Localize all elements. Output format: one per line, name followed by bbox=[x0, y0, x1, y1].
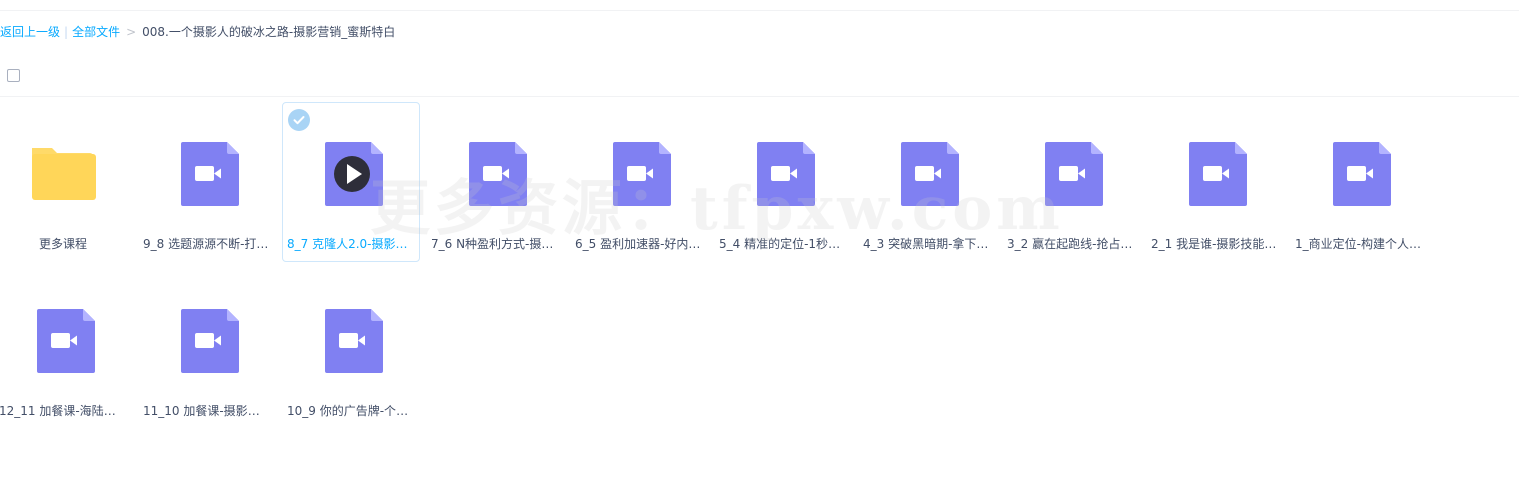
video-file-icon bbox=[1147, 140, 1283, 206]
video-file-icon bbox=[715, 140, 851, 206]
breadcrumb-arrow-icon: > bbox=[126, 25, 137, 39]
file-name-label: 8_7 克隆人2.0-摄影人的营销助手.mp4 bbox=[287, 237, 415, 251]
video-file-item[interactable]: 6_5 盈利加速器-好内容带来收益.mp4 bbox=[570, 102, 708, 262]
video-file-item[interactable]: 8_7 克隆人2.0-摄影人的营销助手.mp4 bbox=[282, 102, 420, 262]
video-file-icon bbox=[0, 307, 131, 373]
video-file-icon bbox=[283, 140, 419, 206]
file-name-label: 6_5 盈利加速器-好内容带来收益.mp4 bbox=[575, 237, 703, 251]
file-name-label: 10_9 你的广告牌-个人主页.mp4 bbox=[287, 404, 415, 418]
video-file-item[interactable]: 10_9 你的广告牌-个人主页.mp4 bbox=[282, 269, 420, 429]
video-file-icon bbox=[427, 140, 563, 206]
file-name-label: 3_2 赢在起跑线-抢占先机.mp4 bbox=[1007, 237, 1135, 251]
file-name-label: 9_8 选题源源不断-打造爆款帖子.mp4 bbox=[143, 237, 271, 251]
selected-check-icon[interactable] bbox=[288, 109, 310, 131]
folder-item[interactable]: 更多课程 bbox=[0, 102, 132, 262]
video-file-item[interactable]: 5_4 精准的定位-1秒抓住用户.mp4 bbox=[714, 102, 852, 262]
video-file-icon bbox=[1291, 140, 1427, 206]
video-file-item[interactable]: 2_1 我是谁-摄影技能变现.mp4 bbox=[1146, 102, 1284, 262]
video-file-item[interactable]: 1_商业定位-构建个人品牌.mp4 bbox=[1290, 102, 1428, 262]
file-name-label: 1_商业定位-构建个人品牌.mp4 bbox=[1295, 237, 1423, 251]
current-folder-label: 008.一个摄影人的破冰之路-摄影营销_蜜斯特白 bbox=[142, 25, 396, 39]
file-browser: 返回上一级 | 全部文件 >008.一个摄影人的破冰之路-摄影营销_蜜斯特白 更多课程… bbox=[0, 0, 1519, 487]
all-files-link[interactable]: 全部文件 bbox=[72, 25, 120, 39]
file-name-label: 7_6 N种盈利方式-摄影变现.mp4 bbox=[431, 237, 559, 251]
video-file-icon bbox=[139, 307, 275, 373]
video-file-icon bbox=[283, 307, 419, 373]
top-divider bbox=[0, 10, 1519, 11]
back-link[interactable]: 返回上一级 bbox=[0, 25, 60, 39]
file-name-label: 5_4 精准的定位-1秒抓住用户.mp4 bbox=[719, 237, 847, 251]
breadcrumb-separator: | bbox=[64, 25, 69, 39]
file-name-label: 2_1 我是谁-摄影技能变现.mp4 bbox=[1151, 237, 1279, 251]
file-name-label: 12_11 加餐课-海陆空拍摄.mp4 bbox=[0, 404, 127, 418]
list-divider bbox=[0, 96, 1519, 97]
video-file-icon bbox=[1003, 140, 1139, 206]
folder-icon bbox=[0, 140, 131, 206]
file-name-label: 更多课程 bbox=[38, 237, 87, 251]
select-all-checkbox[interactable] bbox=[7, 69, 20, 82]
video-file-icon bbox=[139, 140, 275, 206]
breadcrumb: 返回上一级 | 全部文件 >008.一个摄影人的破冰之路-摄影营销_蜜斯特白 bbox=[0, 23, 395, 41]
video-file-item[interactable]: 12_11 加餐课-海陆空拍摄.mp4 bbox=[0, 269, 132, 429]
video-file-item[interactable]: 4_3 突破黑暗期-拿下第一批粉丝.mp4 bbox=[858, 102, 996, 262]
video-file-item[interactable]: 7_6 N种盈利方式-摄影变现.mp4 bbox=[426, 102, 564, 262]
video-file-item[interactable]: 3_2 赢在起跑线-抢占先机.mp4 bbox=[1002, 102, 1140, 262]
file-name-label: 4_3 突破黑暗期-拿下第一批粉丝.mp4 bbox=[863, 237, 991, 251]
video-file-icon bbox=[859, 140, 995, 206]
video-file-item[interactable]: 9_8 选题源源不断-打造爆款帖子.mp4 bbox=[138, 102, 276, 262]
video-file-icon bbox=[571, 140, 707, 206]
video-file-item[interactable]: 11_10 加餐课-摄影人的营销.mp4 bbox=[138, 269, 276, 429]
file-name-label: 11_10 加餐课-摄影人的营销.mp4 bbox=[143, 404, 271, 418]
